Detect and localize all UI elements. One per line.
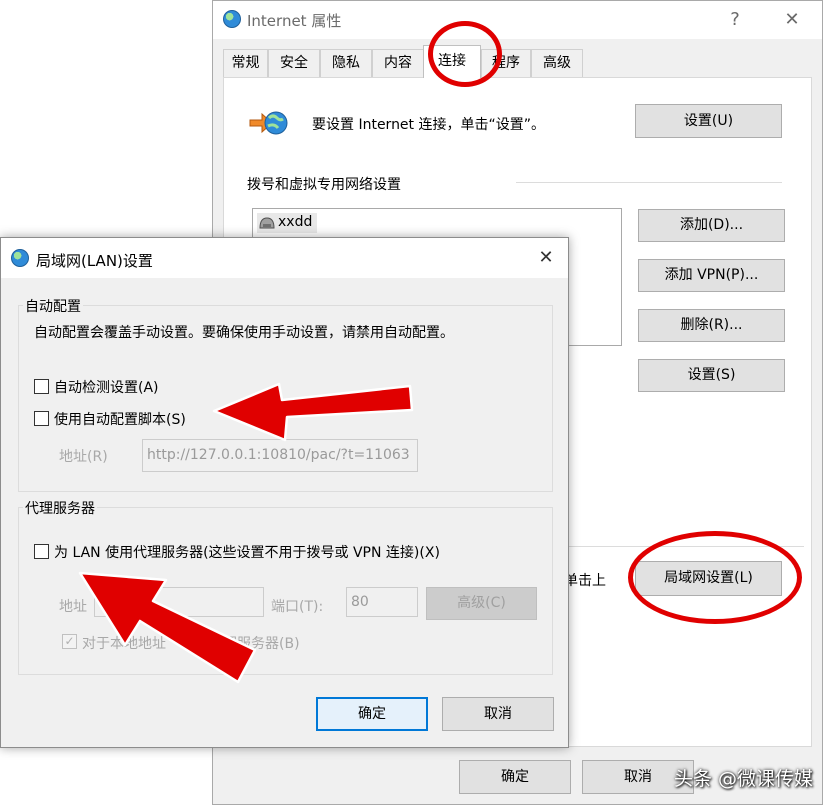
arrow-to-script-checkbox: [212, 382, 414, 442]
watermark: 头条 @微课传媒: [673, 768, 813, 790]
annotation-arrows: [78, 382, 414, 684]
arrow-to-proxy-checkbox: [78, 571, 257, 684]
